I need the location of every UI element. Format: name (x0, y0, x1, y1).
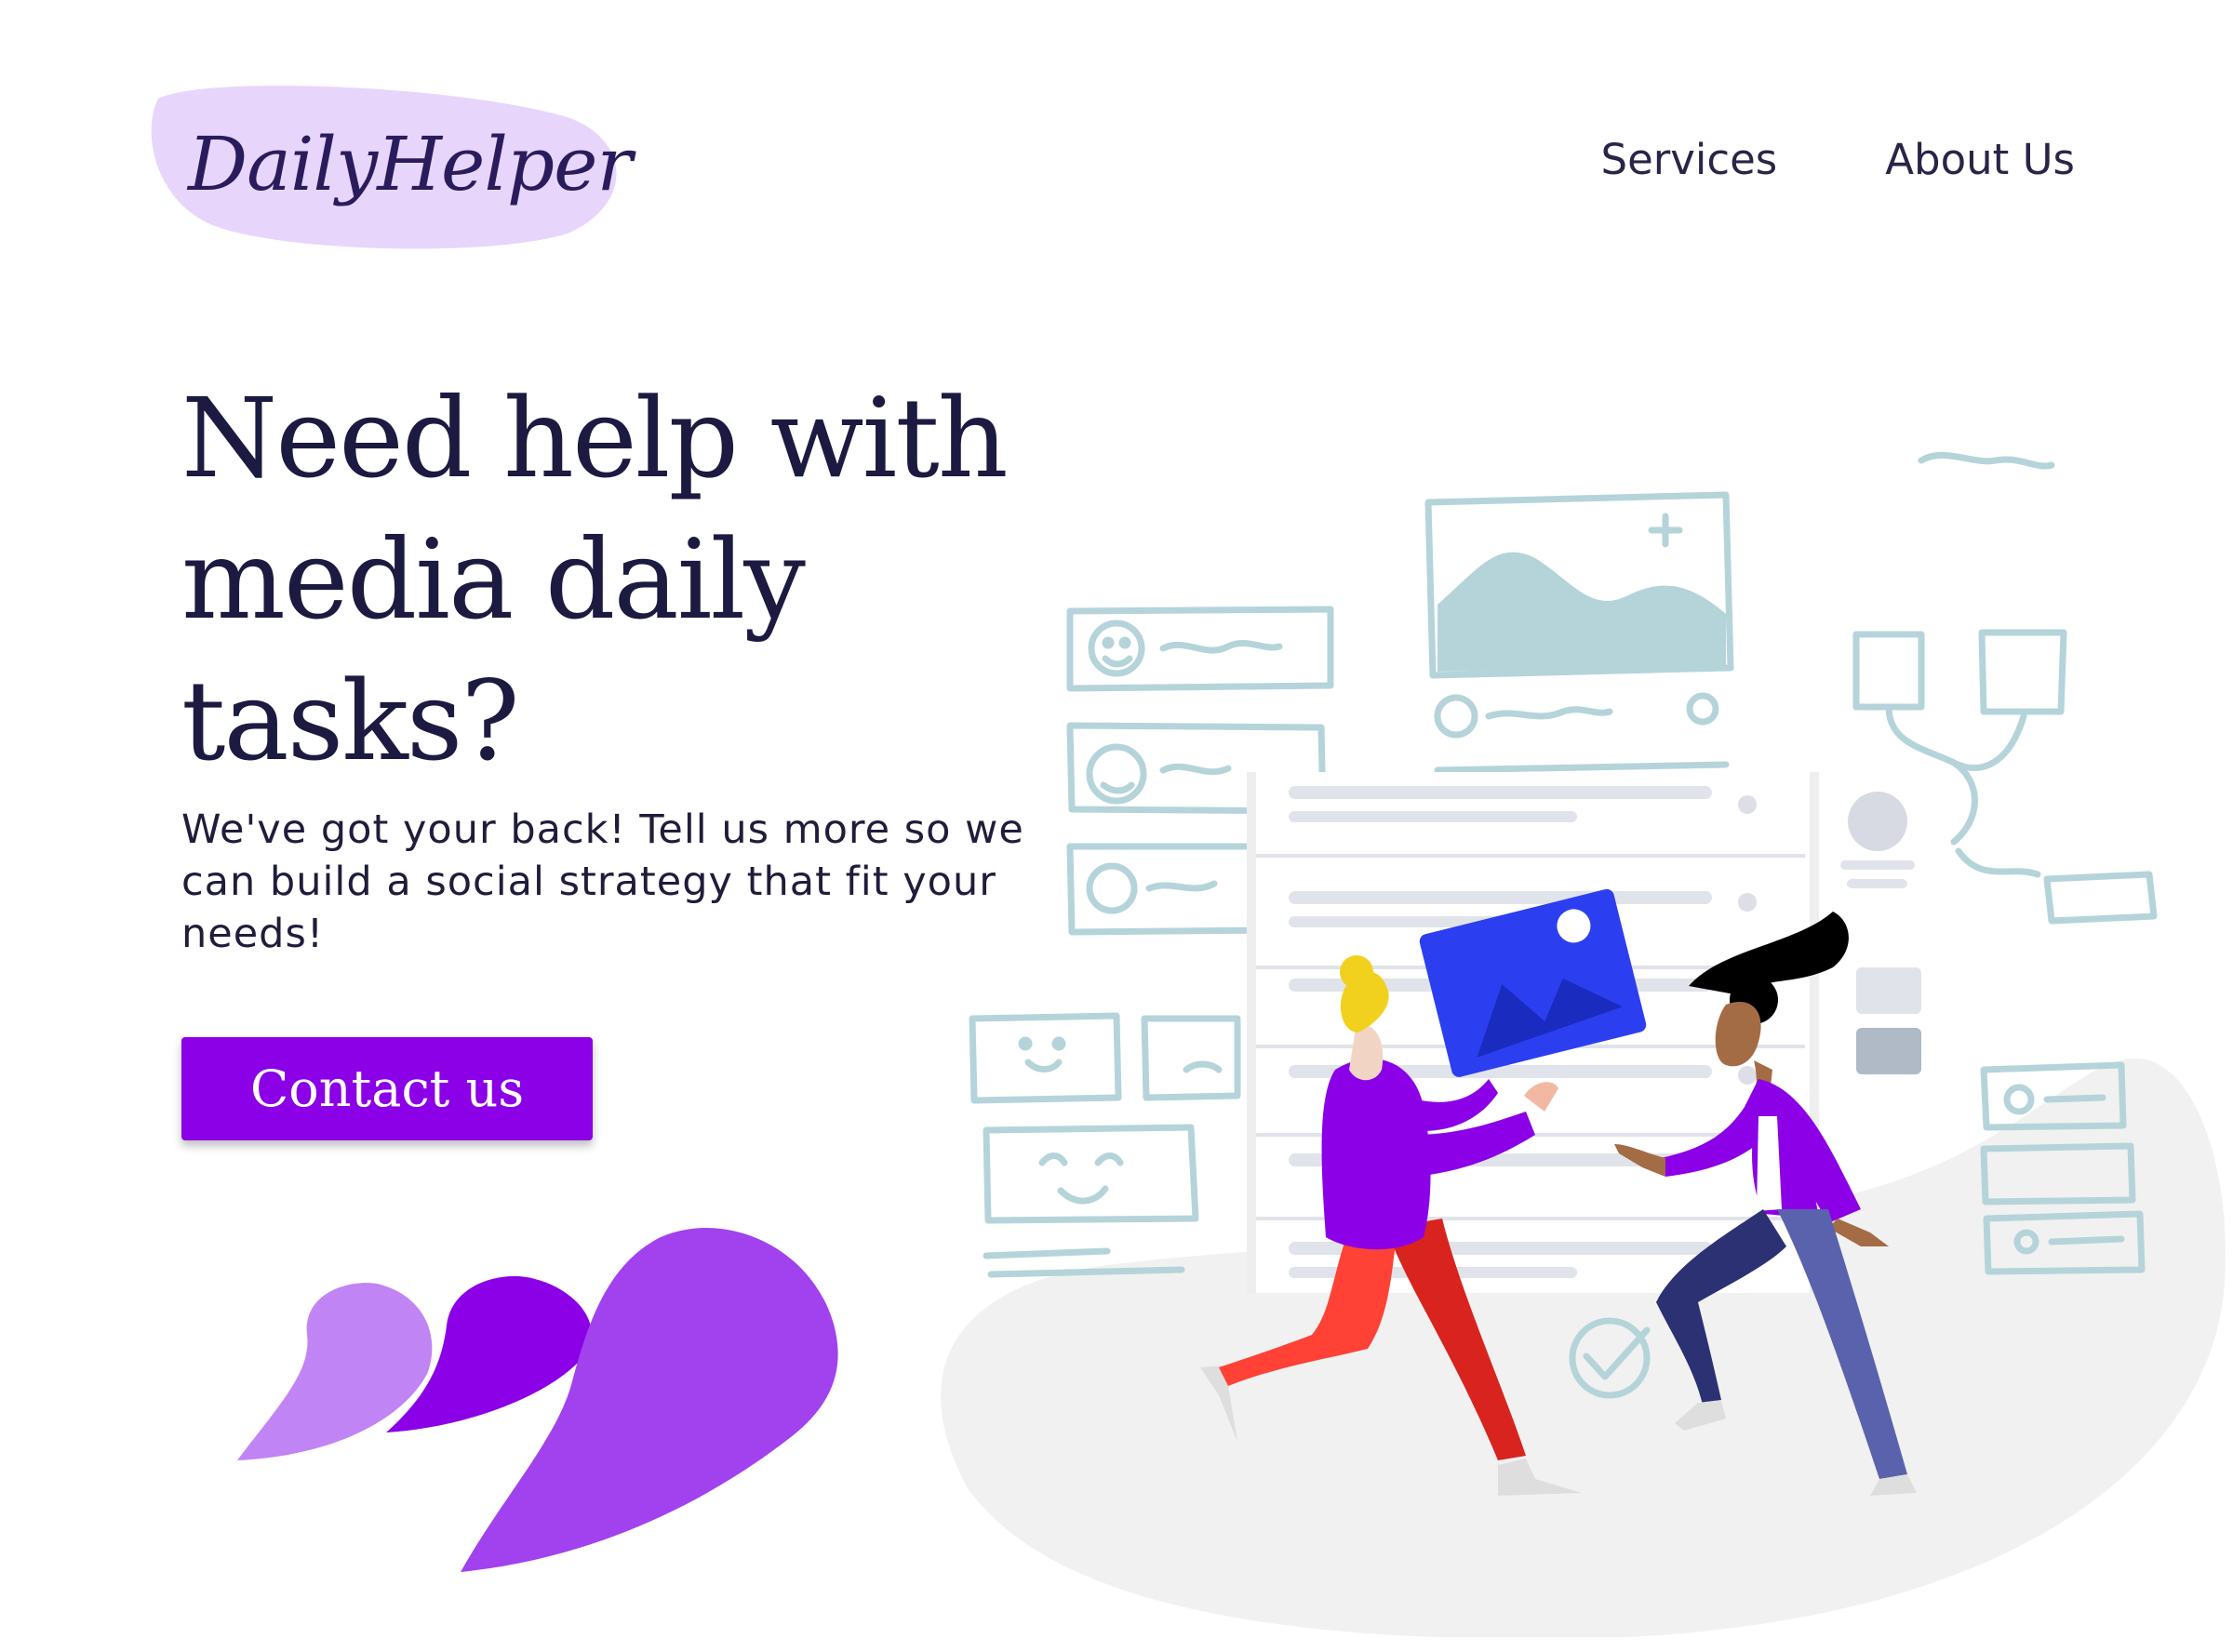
brand-logo[interactable]: DailyHelper (149, 80, 633, 249)
avatar-icon (1840, 792, 1915, 888)
top-nav: Services About Us (1601, 135, 2076, 184)
nav-link-services[interactable]: Services (1601, 135, 1778, 184)
image-placeholder-icon (1424, 491, 1734, 774)
smiley-face-icon (1066, 606, 1334, 692)
decorative-blobs (237, 1228, 838, 1572)
brand-name: DailyHelper (188, 121, 633, 207)
hero-subtitle: We've got your back! Tell us more so we … (181, 806, 1024, 957)
nav-link-about[interactable]: About Us (1885, 135, 2075, 184)
hero-illustration (941, 451, 2226, 1637)
contact-us-button[interactable]: Contact us (181, 1037, 593, 1140)
